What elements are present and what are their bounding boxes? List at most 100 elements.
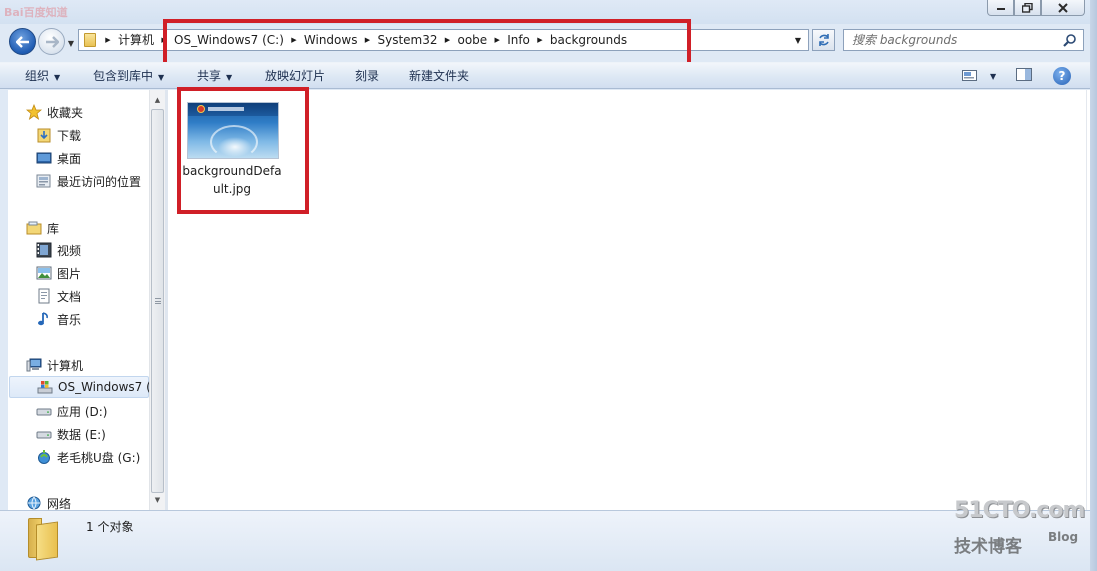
sidebar-item-desktop[interactable]: 桌面 [36,147,81,169]
sidebar-favorites[interactable]: 收藏夹 [26,101,83,123]
sidebar-item-label: 图片 [57,266,82,281]
sidebar-item-drive-e[interactable]: 数据 (E:) [36,423,106,445]
star-icon [26,104,42,120]
help-button[interactable]: ? [1053,67,1071,85]
navigation-pane: 收藏夹 下载 桌面 最近访问的位置 库 视频 图片 文档 音乐 计算机 OS_W… [8,90,149,510]
sidebar-favorites-label: 收藏夹 [47,105,84,120]
recent-pages-dropdown[interactable]: ▼ [66,38,76,48]
slideshow-button[interactable]: 放映幻灯片 [265,63,325,89]
command-bar: 组织 ▼ 包含到库中 ▼ 共享 ▼ 放映幻灯片 刻录 新建文件夹 ▼ ? [0,62,1097,89]
chevron-right-icon[interactable]: ▶ [157,36,171,44]
sidebar-computer-label: 计算机 [47,358,84,373]
music-note-icon [36,311,52,327]
address-history-dropdown[interactable]: ▼ [790,30,806,50]
sidebar-item-downloads[interactable]: 下载 [36,124,81,146]
file-name: backgroundDefault.jpg [182,164,282,196]
grip-icon [154,298,161,304]
sidebar-item-label: 视频 [57,243,82,258]
sidebar-item-label: 桌面 [57,151,82,166]
burn-button[interactable]: 刻录 [355,63,379,89]
chevron-right-icon[interactable]: ▶ [360,36,374,44]
sidebar-item-drive-c[interactable]: OS_Windows7 (C:) [9,376,149,398]
sidebar-network[interactable]: 网络 [26,492,71,510]
chevron-right-icon[interactable]: ▶ [490,36,504,44]
chevron-right-icon[interactable]: ▶ [441,36,455,44]
sidebar-item-label: 最近访问的位置 [57,174,142,189]
sidebar-item-label: 音乐 [57,312,82,327]
computer-icon [26,357,42,373]
scrollbar-thumb[interactable] [151,109,164,493]
network-icon [26,495,42,510]
sidebar-computer[interactable]: 计算机 [26,354,83,376]
drive-icon [36,403,52,419]
restore-icon [1022,2,1033,13]
preview-pane-button[interactable] [1016,68,1034,84]
close-icon [1058,2,1068,13]
search-input[interactable] [852,33,1064,47]
address-bar[interactable]: ▶ 计算机 ▶ OS_Windows7 (C:) ▶ Windows ▶ Sys… [78,29,809,51]
sidebar-item-label: 老毛桃U盘 (G:) [57,450,141,465]
maximize-button[interactable] [1014,0,1041,16]
library-icon [26,220,42,236]
breadcrumb-computer[interactable]: 计算机 [115,30,157,50]
chevron-right-icon[interactable]: ▶ [287,36,301,44]
breadcrumb-windows[interactable]: Windows [301,30,361,50]
sidebar-libraries-label: 库 [47,221,60,236]
search-icon[interactable] [1062,33,1077,48]
chevron-down-icon: ▼ [158,73,165,82]
sidebar-item-recent-places[interactable]: 最近访问的位置 [36,170,141,192]
view-icon [962,70,977,81]
new-folder-button[interactable]: 新建文件夹 [409,63,469,89]
share-menu[interactable]: 共享 ▼ [197,63,232,89]
refresh-icon [818,34,829,46]
forward-button[interactable] [38,28,65,55]
file-item[interactable]: backgroundDefault.jpg [182,100,282,200]
breadcrumb-drive-c[interactable]: OS_Windows7 (C:) [171,30,287,50]
window-controls [987,0,1085,16]
pictures-icon [36,265,52,281]
watermark-blog-en: Blog [1048,530,1079,544]
video-icon [36,242,52,258]
title-bar: Bai百度知道 [0,0,1097,24]
minimize-button[interactable] [987,0,1014,16]
documents-icon [36,288,52,304]
change-view-button[interactable]: ▼ [962,68,1002,84]
image-thumbnail [187,102,279,159]
breadcrumb-backgrounds[interactable]: backgrounds [547,30,630,50]
organize-menu[interactable]: 组织 ▼ [25,63,60,89]
share-label: 共享 [197,69,222,83]
sidebar-item-drive-d[interactable]: 应用 (D:) [36,400,107,422]
chevron-right-icon[interactable]: ▶ [101,36,115,44]
navigation-scrollbar[interactable]: ▲ ▼ [149,90,165,510]
sidebar-item-label: 数据 (E:) [57,427,106,442]
breadcrumb-system32[interactable]: System32 [374,30,440,50]
back-button[interactable] [9,28,36,55]
scroll-down-arrow-icon[interactable]: ▼ [150,492,165,508]
sidebar-item-music[interactable]: 音乐 [36,308,81,330]
address-row: ▼ ▶ 计算机 ▶ OS_Windows7 (C:) ▶ Windows ▶ S… [0,24,1097,59]
sidebar-libraries[interactable]: 库 [26,217,59,239]
usb-drive-icon [36,449,52,465]
sidebar-item-label: 应用 (D:) [57,404,108,419]
folder-icon [26,518,62,561]
sidebar-item-pictures[interactable]: 图片 [36,262,81,284]
breadcrumb-info[interactable]: Info [504,30,533,50]
include-library-label: 包含到库中 [93,69,154,83]
sidebar-item-label: 文档 [57,289,82,304]
scroll-up-arrow-icon[interactable]: ▲ [150,92,165,108]
sidebar-item-label: OS_Windows7 (C:) [58,380,149,394]
close-button[interactable] [1041,0,1085,16]
refresh-button[interactable] [812,29,835,51]
breadcrumb-oobe[interactable]: oobe [455,30,491,50]
chevron-right-icon[interactable]: ▶ [533,36,547,44]
include-library-menu[interactable]: 包含到库中 ▼ [93,63,164,89]
recent-places-icon [36,173,52,189]
sidebar-item-documents[interactable]: 文档 [36,285,81,307]
sidebar-item-drive-g[interactable]: 老毛桃U盘 (G:) [36,446,140,468]
folder-icon [79,30,101,50]
system-drive-icon [37,379,53,395]
back-arrow-icon [15,35,29,48]
sidebar-item-videos[interactable]: 视频 [36,239,81,261]
preview-pane-icon [1016,68,1032,81]
watermark-blog-cn: 技术博客 [954,537,1022,557]
